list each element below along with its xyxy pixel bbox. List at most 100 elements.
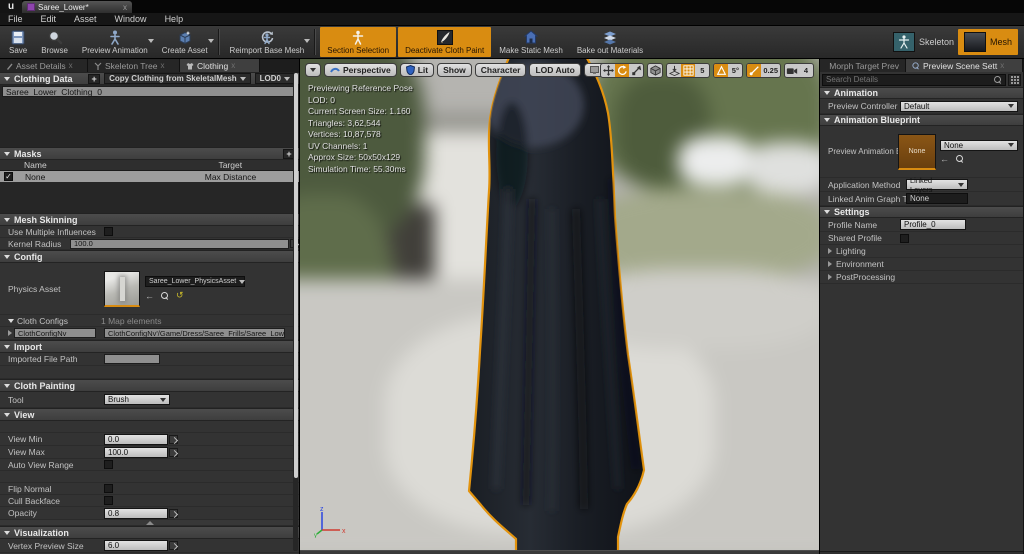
expand-arrow-icon[interactable] xyxy=(828,274,832,280)
import-header[interactable]: Import xyxy=(0,340,299,353)
chevron-down-icon[interactable] xyxy=(147,39,154,43)
scale-snap-button[interactable] xyxy=(747,64,762,77)
visualization-header[interactable]: Visualization xyxy=(0,526,299,539)
scrollbar-thumb[interactable] xyxy=(293,73,298,478)
translate-gizmo-button[interactable] xyxy=(601,64,615,77)
lod-auto-button[interactable]: LOD Auto xyxy=(529,63,581,77)
tab-asset-details[interactable]: Asset Details x xyxy=(0,59,88,72)
display-options-button[interactable] xyxy=(1008,73,1021,86)
rotate-gizmo-button[interactable] xyxy=(615,64,630,77)
expand-arrow-icon[interactable] xyxy=(828,248,832,254)
reset-to-default-icon[interactable]: ↺ xyxy=(176,290,184,301)
tool-dropdown[interactable]: Brush xyxy=(104,394,170,405)
add-clothing-button[interactable]: + xyxy=(88,73,101,84)
scale-snap-value[interactable]: 0.25 xyxy=(761,64,780,77)
create-asset-button[interactable]: Create Asset xyxy=(155,26,215,58)
auto-view-range-checkbox[interactable] xyxy=(104,460,113,469)
browse-button[interactable]: Browse xyxy=(34,26,75,58)
application-method-dropdown[interactable]: Linked Layers xyxy=(906,176,968,194)
cull-backface-checkbox[interactable] xyxy=(104,496,113,505)
rotation-snap-value[interactable]: 5° xyxy=(728,64,742,77)
imported-file-path-input[interactable] xyxy=(104,354,160,364)
clothing-asset-row[interactable]: Saree_Lower_Clothing_0 xyxy=(2,86,297,97)
kernel-radius-input[interactable]: 100.0 xyxy=(70,238,289,249)
scale-gizmo-button[interactable] xyxy=(629,64,643,77)
animation-blueprint-thumbnail[interactable]: None xyxy=(898,133,936,170)
menu-file[interactable]: File xyxy=(8,14,23,24)
lod-dropdown[interactable]: LOD0 xyxy=(254,73,295,84)
surface-snap-button[interactable] xyxy=(667,64,681,77)
lit-mode-button[interactable]: Lit xyxy=(399,63,435,77)
value-drag-icon[interactable] xyxy=(169,541,178,550)
browse-to-asset-icon[interactable] xyxy=(956,154,964,163)
collapse-arrow-icon[interactable] xyxy=(8,318,14,323)
copy-clothing-dropdown[interactable]: Copy Clothing from SkeletalMesh xyxy=(104,73,251,84)
camera-speed-button[interactable] xyxy=(785,64,799,77)
flip-normal-checkbox[interactable] xyxy=(104,484,113,493)
mask-row[interactable]: ✓ None Max Distance xyxy=(0,171,299,182)
physics-asset-thumbnail[interactable] xyxy=(104,270,140,307)
mesh-skinning-header[interactable]: Mesh Skinning xyxy=(0,213,299,226)
clothing-data-header[interactable]: Clothing Data + Copy Clothing from Skele… xyxy=(0,72,299,85)
chevron-down-icon[interactable] xyxy=(207,39,214,43)
search-details-box[interactable] xyxy=(822,73,1006,86)
menu-help[interactable]: Help xyxy=(165,14,184,24)
expand-arrow-icon[interactable] xyxy=(8,330,12,336)
use-multiple-influences-checkbox[interactable] xyxy=(104,227,113,236)
3d-viewport[interactable]: Perspective Lit Show Character LOD Auto … xyxy=(300,59,819,554)
perspective-button[interactable]: Perspective xyxy=(324,63,397,77)
settings-section-header[interactable]: Settings xyxy=(820,206,1023,218)
left-panel-scrollbar[interactable] xyxy=(293,73,298,551)
preview-animation-button[interactable]: Preview Animation xyxy=(75,26,155,58)
profile-name-input[interactable]: Profile_0 xyxy=(900,219,966,230)
skeleton-mode-button[interactable]: Skeleton xyxy=(892,32,954,52)
reimport-base-mesh-button[interactable]: Reimport Base Mesh xyxy=(223,26,312,58)
view-header[interactable]: View xyxy=(0,408,299,421)
tab-clothing[interactable]: Clothing x xyxy=(180,59,260,72)
menu-asset[interactable]: Asset xyxy=(74,14,97,24)
section-selection-button[interactable]: Section Selection xyxy=(320,27,397,57)
animation-blueprint-dropdown[interactable]: None xyxy=(940,139,1018,151)
cloth-config-key[interactable]: ClothConfigNv xyxy=(14,328,96,338)
view-max-input[interactable]: 100.0 xyxy=(104,446,168,458)
linked-anim-graph-input[interactable]: None xyxy=(906,193,968,204)
cloth-painting-header[interactable]: Cloth Painting xyxy=(0,379,299,392)
browse-to-asset-icon[interactable] xyxy=(161,291,169,300)
value-drag-icon[interactable] xyxy=(169,434,178,444)
config-header[interactable]: Config xyxy=(0,250,299,263)
view-min-input[interactable]: 0.0 xyxy=(104,433,168,445)
grid-snap-value[interactable]: 5 xyxy=(695,64,709,77)
tab-skeleton-tree[interactable]: Skeleton Tree x xyxy=(88,59,180,72)
opacity-input[interactable]: 0.8 xyxy=(104,507,168,519)
tab-morph-target-preview[interactable]: Morph Target Prev xyxy=(820,59,906,72)
menu-edit[interactable]: Edit xyxy=(41,14,57,24)
character-menu-button[interactable]: Character xyxy=(474,63,527,77)
shared-profile-checkbox[interactable] xyxy=(900,233,909,243)
physics-asset-dropdown[interactable]: Saree_Lower_PhysicsAsset xyxy=(145,276,246,287)
animation-section-header[interactable]: Animation xyxy=(820,87,1023,99)
masks-header[interactable]: Masks + xyxy=(0,147,299,160)
coordinate-system-button[interactable] xyxy=(648,64,662,77)
rotation-snap-button[interactable] xyxy=(714,64,729,77)
preview-controller-dropdown[interactable]: Default xyxy=(900,100,1018,112)
menu-window[interactable]: Window xyxy=(115,14,147,24)
mask-enabled-checkbox[interactable]: ✓ xyxy=(4,172,13,181)
value-drag-icon[interactable] xyxy=(169,447,178,457)
grid-snap-button[interactable] xyxy=(681,64,696,77)
postprocessing-group-label[interactable]: PostProcessing xyxy=(836,272,895,282)
bake-out-materials-button[interactable]: Bake out Materials xyxy=(570,26,650,58)
lighting-group-label[interactable]: Lighting xyxy=(836,246,866,256)
value-drag-icon[interactable] xyxy=(169,508,178,518)
chevron-down-icon[interactable] xyxy=(304,39,311,43)
vertex-preview-size-input[interactable]: 6.0 xyxy=(104,540,168,551)
save-button[interactable]: Save xyxy=(2,26,34,58)
close-icon[interactable]: x xyxy=(123,3,127,12)
environment-group-label[interactable]: Environment xyxy=(836,259,884,269)
show-menu-button[interactable]: Show xyxy=(437,63,472,77)
viewport-options-button[interactable] xyxy=(305,63,321,77)
tab-preview-scene-settings[interactable]: Preview Scene Sett x xyxy=(906,59,1023,72)
search-input[interactable] xyxy=(823,75,994,84)
use-selected-icon[interactable]: ← xyxy=(940,154,949,164)
make-static-mesh-button[interactable]: Make Static Mesh xyxy=(492,26,570,58)
expand-arrow-icon[interactable] xyxy=(828,261,832,267)
